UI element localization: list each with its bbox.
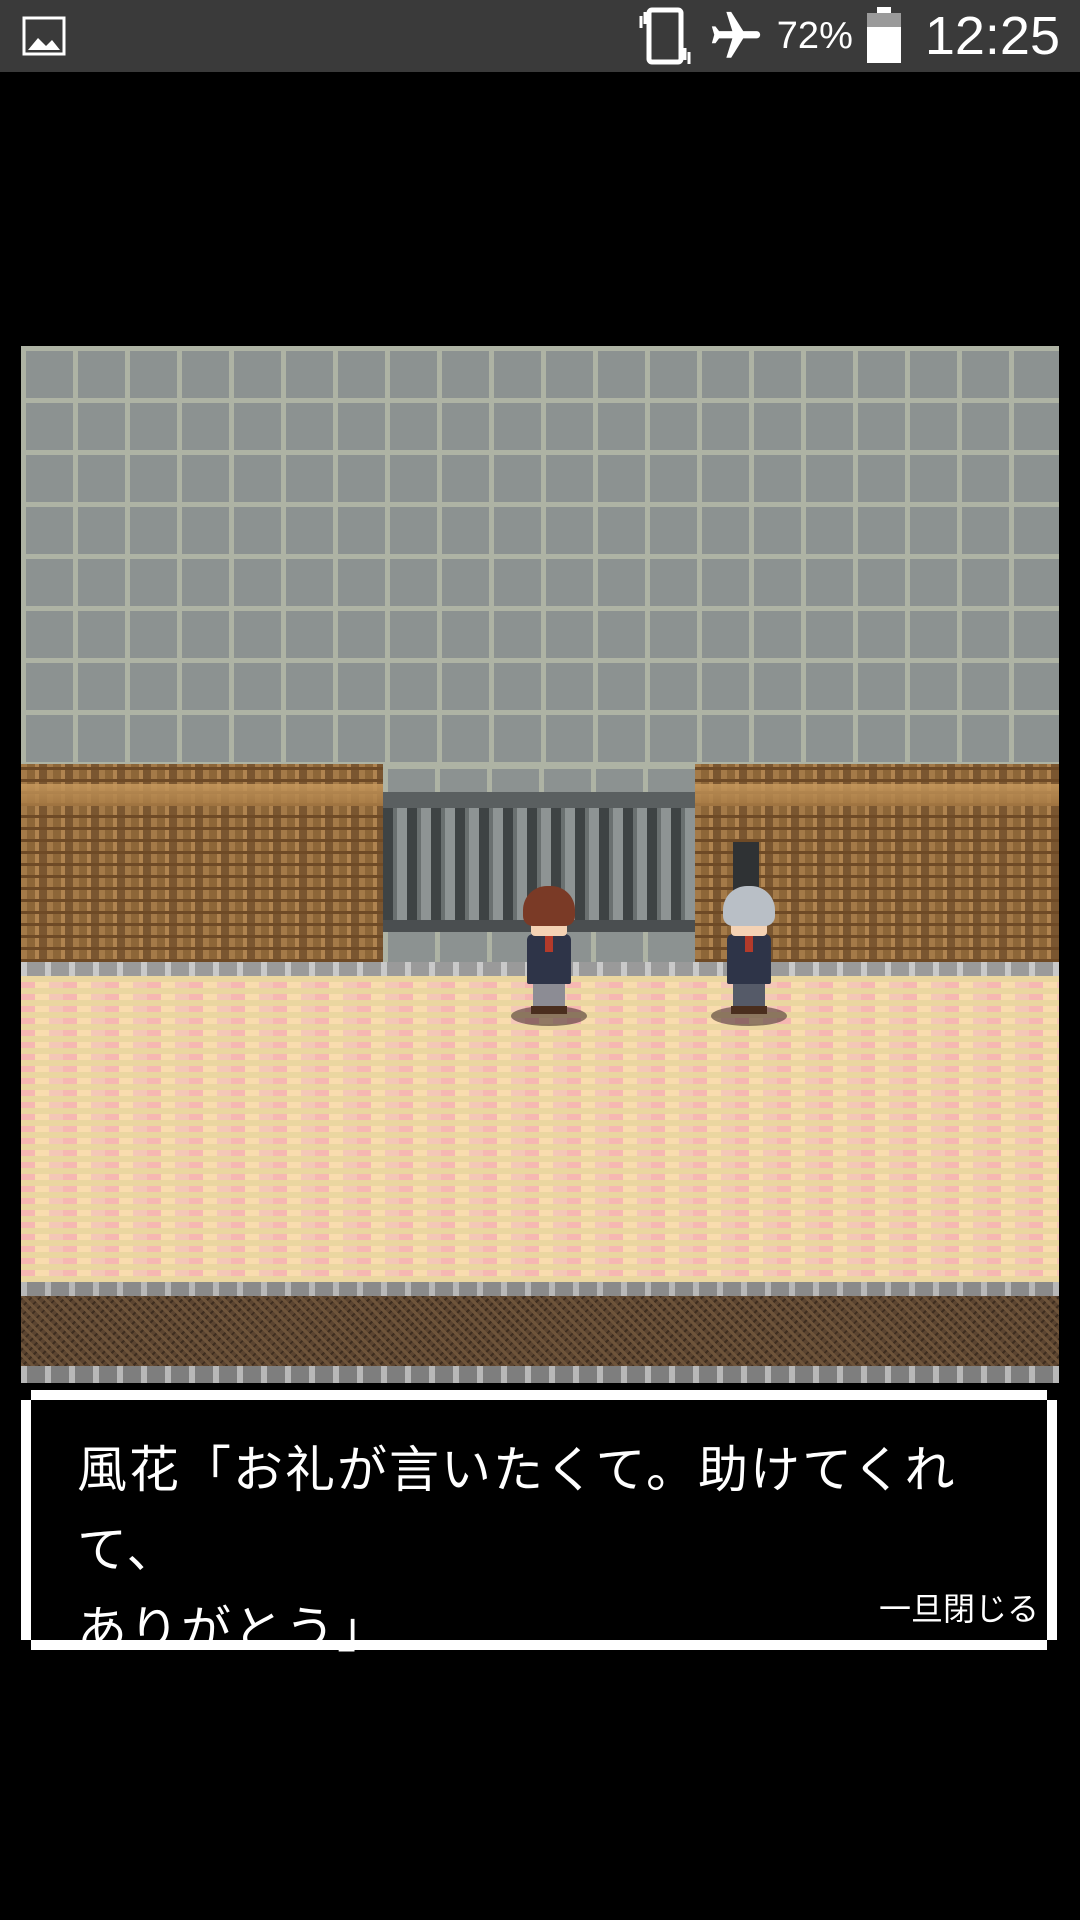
game-scene[interactable] <box>21 346 1059 1383</box>
dialogue-box[interactable]: 風花「お礼が言いたくて。助けてくれて、 ありがとう」 一旦閉じる <box>21 1390 1057 1659</box>
curb-bottom <box>21 1282 1059 1296</box>
player-character-boy <box>509 886 589 1026</box>
airplane-mode-icon <box>711 11 760 58</box>
clock: 12:25 <box>924 6 1060 66</box>
image-notification-icon <box>22 16 66 56</box>
vibrate-icon <box>639 7 691 65</box>
tiled-wall <box>21 346 1059 764</box>
status-bar-right: 72% 12:25 <box>635 0 1060 72</box>
close-dialogue-button[interactable]: 一旦閉じる <box>879 1584 1039 1630</box>
battery-icon <box>866 7 901 63</box>
npc-character-girl <box>709 886 789 1026</box>
status-bar: 72% 12:25 <box>0 0 1080 72</box>
dirt-strip <box>21 1296 1059 1366</box>
battery-percentage: 72% <box>776 14 853 57</box>
brick-wall-left <box>21 764 383 962</box>
curb-dirt <box>21 1366 1059 1383</box>
dialogue-text: 風花「お礼が言いたくて。助けてくれて、 ありがとう」 <box>77 1441 957 1659</box>
